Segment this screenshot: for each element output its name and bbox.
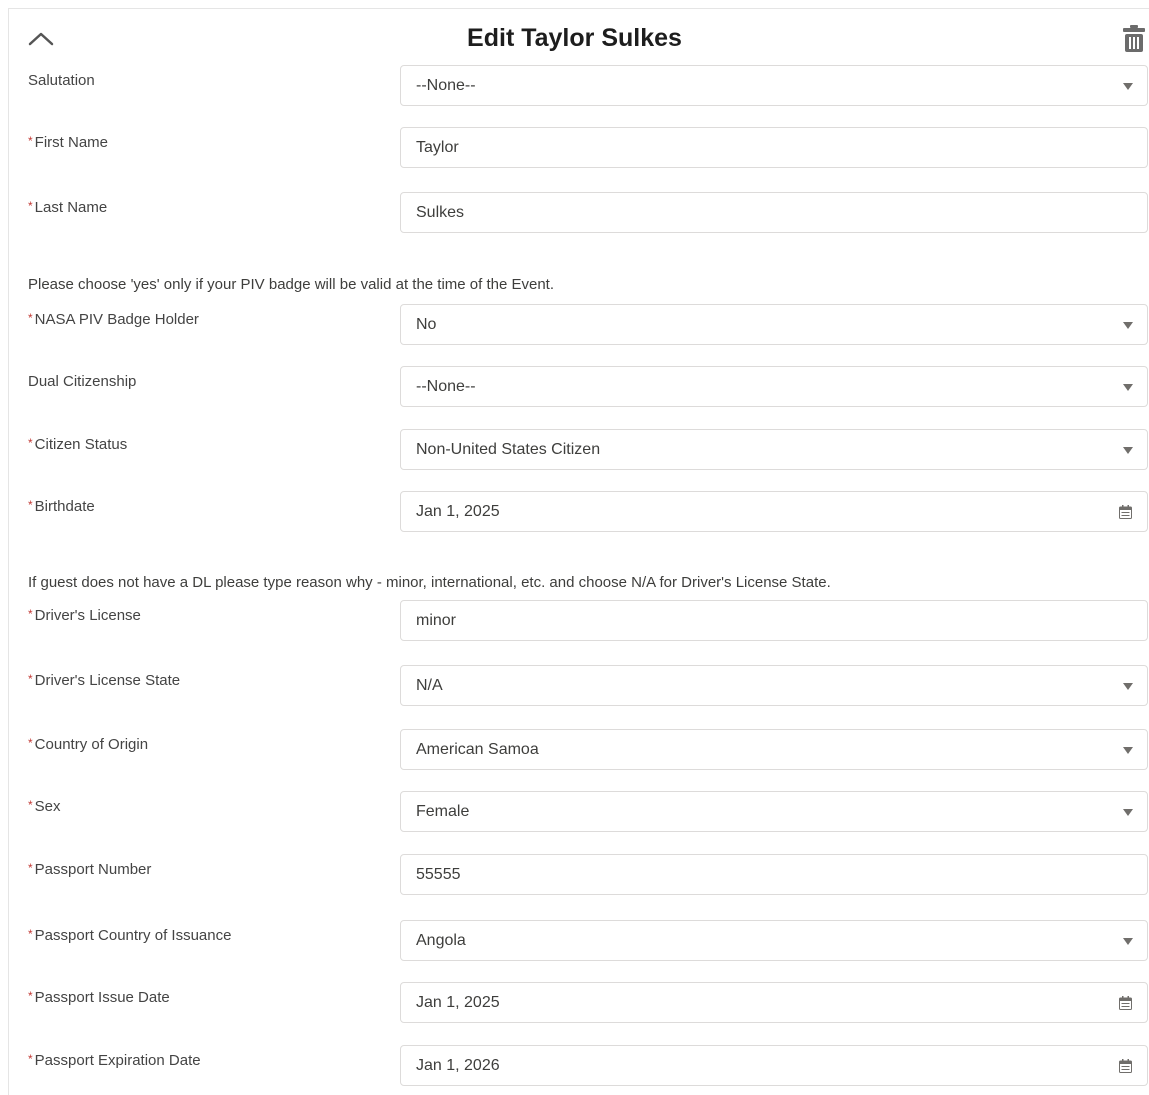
- salutation-value: --None--: [416, 76, 476, 94]
- country-origin-label: * Country of Origin: [28, 736, 149, 753]
- dl-state-value: N/A: [416, 676, 443, 694]
- passport-number-input[interactable]: 55555: [400, 854, 1148, 895]
- passport-issue-label: * Passport Issue Date: [28, 989, 170, 1006]
- calendar-icon[interactable]: [1119, 1059, 1132, 1073]
- required-asterisk: *: [28, 798, 33, 812]
- salutation-select[interactable]: --None--: [400, 65, 1148, 106]
- first-name-input[interactable]: Taylor: [400, 127, 1148, 168]
- required-asterisk: *: [28, 989, 33, 1003]
- dual-citizenship-label: Dual Citizenship: [28, 373, 137, 390]
- passport-number-label: * Passport Number: [28, 861, 152, 878]
- passport-expiration-value: Jan 1, 2026: [416, 1056, 500, 1074]
- chevron-down-icon: [1123, 83, 1133, 90]
- passport-country-select[interactable]: Angola: [400, 920, 1148, 961]
- country-origin-value: American Samoa: [416, 740, 539, 758]
- required-asterisk: *: [28, 672, 33, 686]
- passport-issue-value: Jan 1, 2025: [416, 993, 500, 1011]
- sex-select[interactable]: Female: [400, 791, 1148, 832]
- chevron-down-icon: [1123, 747, 1133, 754]
- required-asterisk: *: [28, 607, 33, 621]
- passport-expiration-label: * Passport Expiration Date: [28, 1052, 201, 1069]
- required-asterisk: *: [28, 311, 33, 325]
- citizen-status-value: Non-United States Citizen: [416, 440, 601, 458]
- required-asterisk: *: [28, 498, 33, 512]
- chevron-down-icon: [1123, 683, 1133, 690]
- country-origin-select[interactable]: American Samoa: [400, 729, 1148, 770]
- trash-icon[interactable]: [1121, 24, 1147, 54]
- chevron-down-icon: [1123, 384, 1133, 391]
- chevron-down-icon: [1123, 938, 1133, 945]
- calendar-icon[interactable]: [1119, 505, 1132, 519]
- drivers-license-input[interactable]: minor: [400, 600, 1148, 641]
- required-asterisk: *: [28, 927, 33, 941]
- passport-expiration-input[interactable]: Jan 1, 2026: [400, 1045, 1148, 1086]
- required-asterisk: *: [28, 436, 33, 450]
- dl-state-label: * Driver's License State: [28, 672, 181, 689]
- dl-state-select[interactable]: N/A: [400, 665, 1148, 706]
- dual-citizenship-select[interactable]: --None--: [400, 366, 1148, 407]
- chevron-down-icon: [1123, 809, 1133, 816]
- drivers-license-label: * Driver's License: [28, 607, 141, 624]
- nasa-piv-label: * NASA PIV Badge Holder: [28, 311, 199, 328]
- nasa-piv-value: No: [416, 315, 437, 333]
- required-asterisk: *: [28, 861, 33, 875]
- drivers-license-value: minor: [416, 611, 457, 629]
- passport-country-label: * Passport Country of Issuance: [28, 927, 232, 944]
- dual-citizenship-value: --None--: [416, 377, 476, 395]
- chevron-down-icon: [1123, 447, 1133, 454]
- passport-number-value: 55555: [416, 865, 461, 883]
- page-title: Edit Taylor Sulkes: [467, 24, 682, 52]
- sex-value: Female: [416, 802, 470, 820]
- required-asterisk: *: [28, 736, 33, 750]
- last-name-label: * Last Name: [28, 199, 108, 216]
- dl-help-text: If guest does not have a DL please type …: [28, 574, 831, 591]
- birthdate-label: * Birthdate: [28, 498, 95, 515]
- chevron-down-icon: [1123, 322, 1133, 329]
- first-name-value: Taylor: [416, 138, 459, 156]
- last-name-value: Sulkes: [416, 203, 465, 221]
- piv-help-text: Please choose 'yes' only if your PIV bad…: [28, 276, 555, 293]
- birthdate-input[interactable]: Jan 1, 2025: [400, 491, 1148, 532]
- citizen-status-label: * Citizen Status: [28, 436, 128, 453]
- nasa-piv-select[interactable]: No: [400, 304, 1148, 345]
- required-asterisk: *: [28, 134, 33, 148]
- required-asterisk: *: [28, 1052, 33, 1066]
- calendar-icon[interactable]: [1119, 996, 1132, 1010]
- passport-country-value: Angola: [416, 931, 466, 949]
- passport-issue-input[interactable]: Jan 1, 2025: [400, 982, 1148, 1023]
- birthdate-value: Jan 1, 2025: [416, 502, 500, 520]
- required-asterisk: *: [28, 199, 33, 213]
- last-name-input[interactable]: Sulkes: [400, 192, 1148, 233]
- first-name-label: * First Name: [28, 134, 109, 151]
- salutation-label: Salutation: [28, 72, 95, 89]
- citizen-status-select[interactable]: Non-United States Citizen: [400, 429, 1148, 470]
- sex-label: * Sex: [28, 798, 61, 815]
